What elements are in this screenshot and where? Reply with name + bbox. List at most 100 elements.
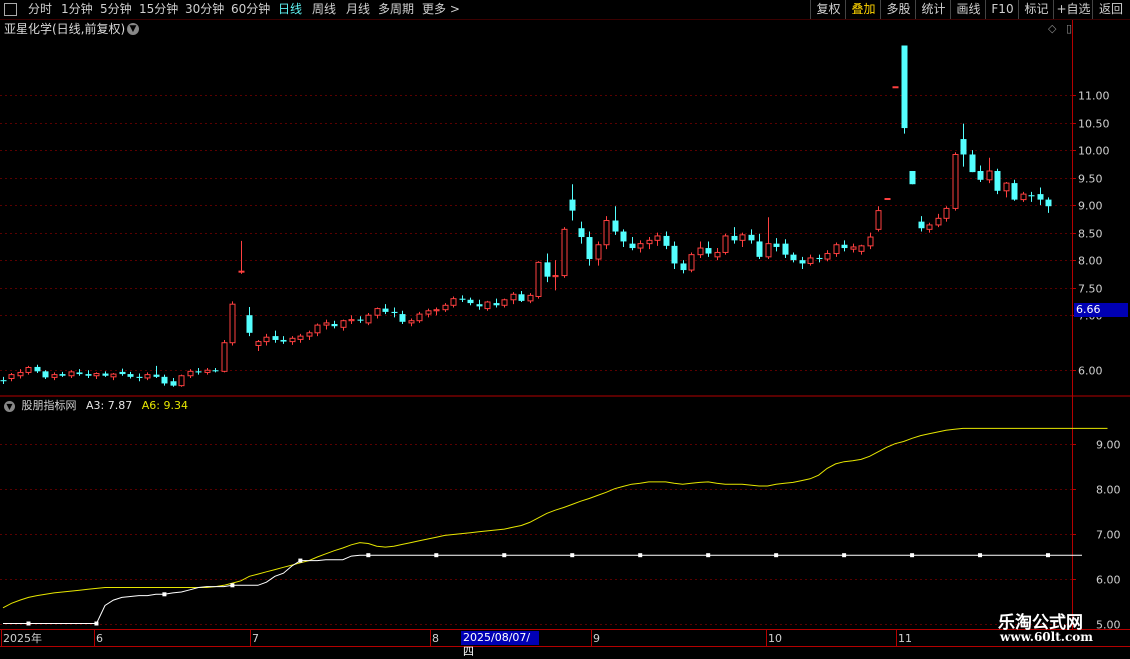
toolbar-button-3[interactable]: 统计 <box>915 0 951 19</box>
indicator-a3-marker <box>230 583 235 588</box>
candle-body-down <box>799 260 806 264</box>
grid-menu-icon[interactable] <box>4 3 17 16</box>
candle-body-down <box>76 372 83 375</box>
candle-body-up <box>433 309 440 312</box>
toolbar-button-1[interactable]: 叠加 <box>845 0 881 19</box>
candle-body-up <box>348 319 355 322</box>
candle-body-down <box>195 371 202 373</box>
panel-toggle-icon[interactable]: ▯ <box>1066 22 1072 35</box>
price-tick-label: 8.00 <box>1078 255 1103 268</box>
candle-body-up <box>603 220 610 246</box>
candle-body-up <box>688 254 695 271</box>
candle-body-up <box>561 228 568 277</box>
candle-body-down <box>977 170 984 180</box>
period-tab-9[interactable]: 多周期 <box>378 0 414 19</box>
price-tick-label: 9.00 <box>1078 200 1103 213</box>
current-price-tag: 6.66 <box>1074 303 1128 317</box>
candle-body-up <box>1003 182 1010 192</box>
toolbar-button-2[interactable]: 多股 <box>880 0 916 19</box>
candle-body-down <box>459 298 466 300</box>
candle-body-up <box>93 373 100 377</box>
candle-body-up <box>875 210 882 230</box>
candle-body-down <box>612 220 619 232</box>
period-tab-2[interactable]: 5分钟 <box>100 0 132 19</box>
candle-body-down <box>85 374 92 376</box>
candle-body-down <box>382 308 389 312</box>
chevron-down-icon[interactable]: ▼ <box>127 23 139 35</box>
indicator-header: ▼ 股朋指标网 A3: 7.87 A6: 9.34 <box>4 398 188 414</box>
toolbar-button-5[interactable]: F10 <box>985 0 1019 19</box>
candle-body-down <box>680 263 687 271</box>
period-tab-10[interactable]: 更多 > <box>422 0 460 19</box>
price-tick-label: 11.00 <box>1078 90 1110 103</box>
indicator-a3-marker <box>94 621 99 626</box>
period-tab-6[interactable]: 日线 <box>278 0 302 19</box>
price-tick-label: 10.00 <box>1078 145 1110 158</box>
candle-body-down <box>748 234 755 241</box>
candle-body-up <box>255 341 262 346</box>
candle-body-up <box>68 371 75 377</box>
toolbar: 分时 1分钟 5分钟 15分钟 30分钟 60分钟 日线 周线 月线 多周期 更多 > 复权 叠加 多股… <box>0 0 1130 20</box>
indicator-a3-marker <box>706 553 711 558</box>
candle-body-up <box>765 243 772 258</box>
toolbar-button-7[interactable]: +自选 <box>1053 0 1093 19</box>
indicator-a3-marker <box>570 553 575 558</box>
candle-body-down <box>901 45 908 129</box>
candle-body-down <box>705 248 712 254</box>
candle-body-up <box>535 261 542 297</box>
toolbar-button-4[interactable]: 画线 <box>950 0 986 19</box>
date-label: 2025年 <box>3 631 42 645</box>
indicator-a3-marker <box>1046 553 1050 558</box>
panel-corner-icons[interactable]: ◇ ▯ <box>1048 22 1072 35</box>
candle-body-up <box>17 371 24 377</box>
period-tab-3[interactable]: 15分钟 <box>139 0 178 19</box>
candle-body-down <box>1045 199 1052 207</box>
period-tab-0[interactable]: 分时 <box>28 0 52 19</box>
period-tab-8[interactable]: 月线 <box>346 0 370 19</box>
indicator-a3-value: A3: 7.87 <box>86 399 133 412</box>
candle-body-up <box>943 207 950 219</box>
candle-body-up <box>365 314 372 324</box>
indicator-a3-marker <box>434 553 439 558</box>
period-tab-4[interactable]: 30分钟 <box>185 0 224 19</box>
candle-body-up <box>187 370 194 377</box>
candle-body-up <box>926 224 933 230</box>
candle-body-down <box>909 170 916 185</box>
candle-body-down <box>578 228 585 238</box>
date-label: 6 <box>96 632 103 645</box>
toolbar-button-0[interactable]: 复权 <box>810 0 846 19</box>
candle-body-down <box>59 374 66 376</box>
candle-body-down <box>586 237 593 260</box>
toolbar-button-8[interactable]: 返回 <box>1092 0 1129 19</box>
candle-body-up <box>510 293 517 301</box>
indicator-a3-line <box>3 554 1082 624</box>
candle-body-down <box>42 371 49 378</box>
period-tab-7[interactable]: 周线 <box>312 0 336 19</box>
candle-body-up <box>858 245 865 252</box>
candle-body-up <box>263 336 270 343</box>
candle-body-down <box>918 221 925 229</box>
candle-body-up <box>986 170 993 181</box>
date-label: 10 <box>768 632 782 645</box>
candle-body-up <box>425 310 432 315</box>
date-label: 8 <box>432 632 439 645</box>
candle-body-down <box>399 314 406 322</box>
candle-body-down <box>0 380 7 382</box>
candle-body-up <box>833 244 840 255</box>
diamond-icon[interactable]: ◇ <box>1048 22 1056 35</box>
candle-body-up <box>850 246 857 250</box>
toolbar-button-6[interactable]: 标记 <box>1018 0 1054 19</box>
candle-body-up <box>442 304 449 311</box>
candle-body-down <box>1028 195 1035 197</box>
candle-body-down <box>493 303 500 306</box>
chevron-down-icon[interactable]: ▼ <box>4 400 15 412</box>
candle-body-up <box>450 298 457 306</box>
candle-body-up <box>484 301 491 310</box>
period-tab-1[interactable]: 1分钟 <box>61 0 93 19</box>
candle-body-down <box>544 262 551 277</box>
stock-title: 亚星化学(日线,前复权) <box>4 22 126 36</box>
candle-body-down <box>153 374 160 377</box>
period-tab-5[interactable]: 60分钟 <box>231 0 270 19</box>
indicator-a3-marker <box>502 553 507 558</box>
chart-canvas[interactable]: 11.00 10.50 10.00 9.50 9.00 8.50 8.00 7.50 7.00 6… <box>0 0 1130 650</box>
